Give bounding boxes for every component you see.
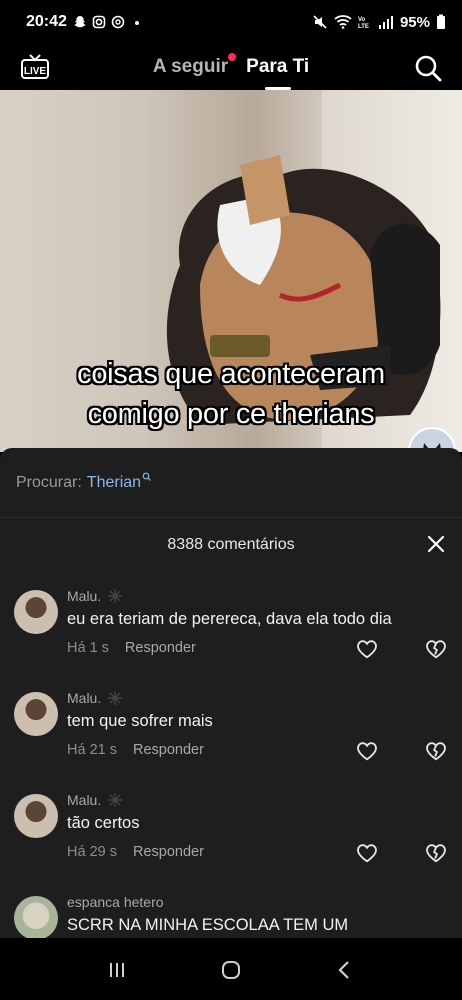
sparkle-icon	[108, 589, 123, 603]
small-search-icon	[142, 472, 151, 481]
reply-button[interactable]: Responder	[125, 640, 196, 656]
comment-username[interactable]: Malu.	[67, 690, 101, 706]
signal-icon	[378, 16, 393, 29]
battery-icon	[437, 14, 445, 29]
heart-icon[interactable]	[356, 638, 378, 660]
comment-text: SCRR NA MINHA ESCOLAA TEM UM	[67, 916, 349, 934]
search-suggestion[interactable]: Procurar: Therian	[0, 448, 462, 518]
video-player[interactable]: coisas que aconteceram comigo por ce the…	[0, 90, 462, 452]
sparkle-icon	[108, 793, 123, 807]
search-label: Procurar:	[16, 473, 82, 491]
comment-text: eu era teriam de perereca, dava ela todo…	[67, 610, 392, 628]
notification-dot	[228, 53, 237, 61]
threads-icon	[111, 15, 125, 29]
notification-icons	[73, 15, 144, 29]
instagram-icon	[92, 15, 106, 29]
comment-text: tão certos	[67, 814, 140, 832]
comment-item: Malu. eu era teriam de perereca, dava el…	[0, 578, 462, 678]
comment-count: 8388 comentários	[167, 536, 295, 553]
wifi-icon	[334, 15, 352, 29]
svg-text:LTE: LTE	[358, 24, 369, 30]
avatar[interactable]	[14, 794, 58, 838]
heart-icon[interactable]	[356, 740, 378, 762]
home-icon[interactable]	[219, 958, 243, 982]
dislike-icon[interactable]	[425, 740, 447, 762]
search-icon[interactable]	[414, 54, 442, 82]
comment-item: espanca hetero SCRR NA MINHA ESCOLAA TEM…	[0, 884, 462, 938]
svg-text:LIVE: LIVE	[24, 66, 47, 77]
heart-icon[interactable]	[356, 842, 378, 864]
search-term-link[interactable]: Therian	[87, 474, 141, 492]
tab-for-you[interactable]: Para Ti	[246, 56, 310, 90]
reply-button[interactable]: Responder	[133, 844, 204, 860]
avatar[interactable]	[14, 692, 58, 736]
status-bar: 20:42 Vo LTE 95%	[0, 0, 462, 44]
comment-time: Há 1 s	[67, 640, 109, 656]
video-caption-line2: comigo por ce therians	[87, 398, 375, 430]
comment-text: tem que sofrer mais	[67, 712, 213, 730]
live-icon[interactable]: LIVE	[20, 54, 50, 80]
volte-icon: VoLTE	[358, 17, 369, 30]
dot-icon	[134, 21, 139, 25]
battery-percent: 95%	[399, 13, 430, 31]
status-time: 20:42	[26, 13, 67, 30]
comment-time: Há 29 s	[67, 844, 117, 860]
dislike-icon[interactable]	[425, 842, 447, 864]
tab-following-label: A seguir	[152, 56, 229, 77]
close-icon[interactable]	[426, 534, 446, 554]
comment-time: Há 21 s	[67, 742, 117, 758]
comment-count-header: 8388 comentários	[0, 518, 462, 572]
avatar[interactable]	[14, 590, 58, 634]
sparkle-icon	[108, 691, 123, 705]
comment-username[interactable]: Malu.	[67, 792, 101, 808]
comment-username[interactable]: espanca hetero	[67, 894, 164, 910]
mute-icon	[313, 15, 327, 29]
avatar[interactable]	[14, 896, 58, 938]
reply-button[interactable]: Responder	[133, 742, 204, 758]
recent-apps-icon[interactable]	[105, 958, 129, 982]
system-navigation-bar	[0, 940, 462, 1000]
back-icon[interactable]	[333, 958, 357, 982]
comment-item: Malu. tem que sofrer mais Há 21 s Respon…	[0, 680, 462, 780]
tab-following[interactable]: A seguir	[152, 53, 237, 78]
tab-for-you-label: Para Ti	[246, 56, 310, 77]
top-navigation: LIVE A seguir Para Ti	[0, 44, 462, 90]
dislike-icon[interactable]	[425, 638, 447, 660]
video-caption-line1: coisas que aconteceram	[77, 358, 385, 390]
comment-username[interactable]: Malu.	[67, 588, 101, 604]
svg-text:Vo: Vo	[358, 17, 366, 23]
snapchat-icon	[74, 16, 86, 28]
comment-item: Malu. tão certos Há 29 s Responder	[0, 782, 462, 882]
